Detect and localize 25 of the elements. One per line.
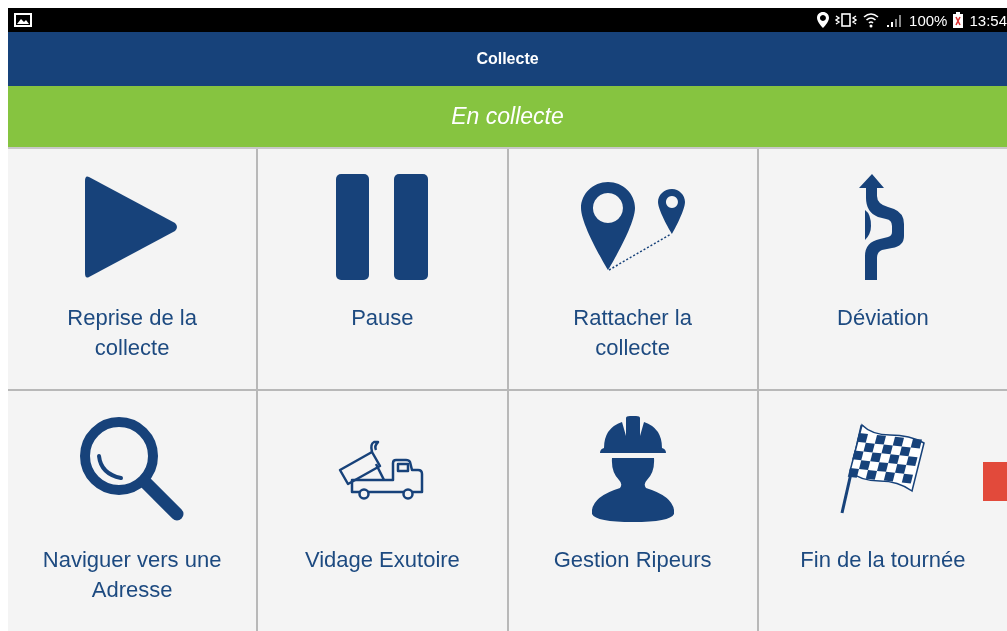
- wifi-icon: [863, 12, 880, 28]
- menu-tile[interactable]: Déviation: [758, 149, 1007, 389]
- menu-tile[interactable]: Fin de la tournée: [758, 391, 1007, 631]
- picture-icon: [14, 13, 32, 27]
- clock: 13:54: [969, 11, 1007, 29]
- map-pins-icon: [580, 182, 685, 272]
- menu-tile[interactable]: Pause: [258, 149, 507, 389]
- menu-tile[interactable]: Gestion Ripeurs: [508, 391, 757, 631]
- search-icon: [79, 416, 186, 522]
- play-icon: [85, 175, 180, 279]
- menu-tile[interactable]: Rattacher la collecte: [508, 149, 757, 389]
- screen-title: Collecte: [476, 50, 539, 68]
- location-icon: [817, 12, 830, 28]
- status-text: En collecte: [451, 103, 564, 130]
- menu-tile[interactable]: Reprise de la collecte: [8, 149, 257, 389]
- edge-tab[interactable]: [983, 462, 1007, 501]
- checkered-flag-icon: [839, 423, 926, 515]
- worker-icon: [591, 416, 674, 522]
- battery-icon: [953, 12, 964, 28]
- signal-icon: [885, 13, 904, 27]
- battery-level: 100%: [909, 11, 948, 29]
- vibrate-icon: [835, 13, 858, 27]
- menu-tile[interactable]: Naviguer vers une Adresse: [8, 391, 257, 631]
- menu-tile[interactable]: Vidage Exutoire: [258, 391, 507, 631]
- pause-icon: [336, 174, 429, 280]
